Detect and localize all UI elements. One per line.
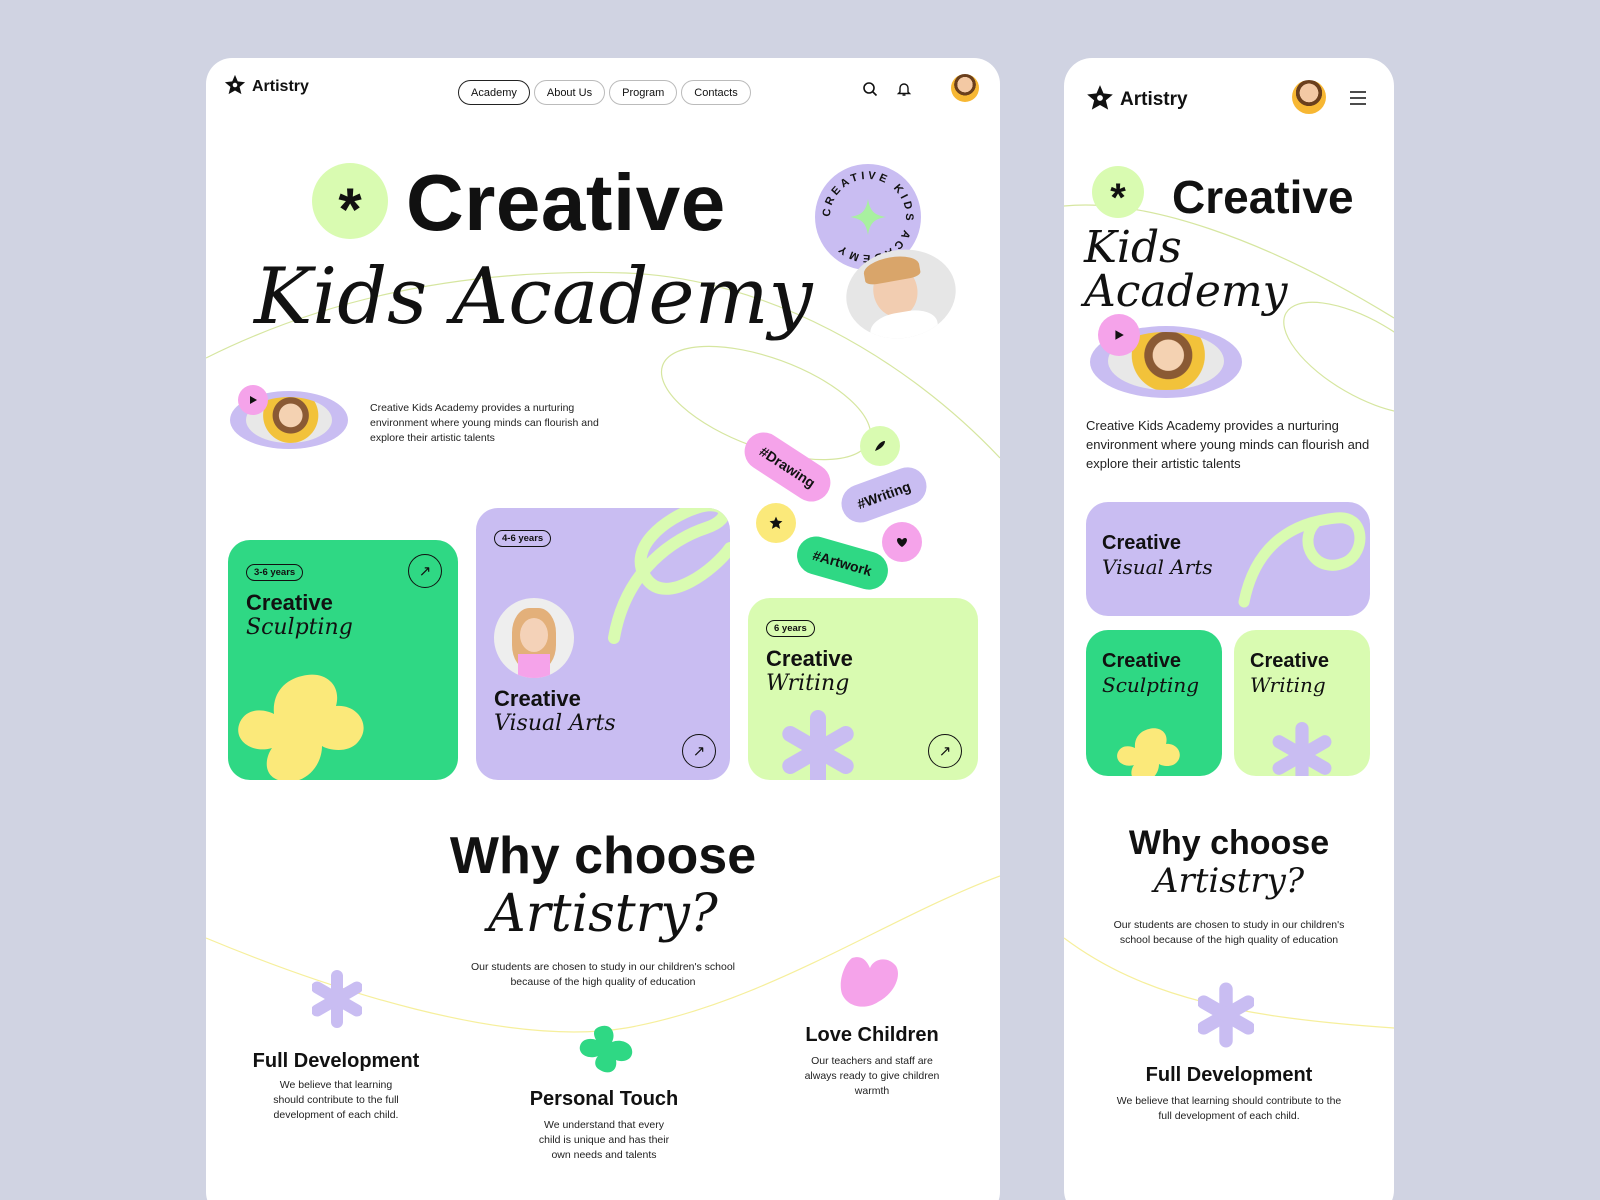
why-title-line1: Why choose <box>449 827 757 885</box>
feature-title: Personal Touch <box>529 1088 679 1110</box>
tag-writing[interactable]: #Writing <box>836 462 932 528</box>
lavender-asterisk-icon <box>312 970 362 1028</box>
tag-artwork[interactable]: #Artwork <box>792 531 893 595</box>
age-badge: 4-6 years <box>494 530 552 547</box>
card-title: Creative <box>1250 650 1329 672</box>
card-title: Creative <box>766 646 853 671</box>
program-card-visual-arts[interactable]: Creative Visual Arts <box>1086 502 1370 616</box>
yellow-blob-shape <box>238 674 364 780</box>
why-description: Our students are chosen to study in our … <box>1113 919 1345 946</box>
lavender-asterisk-shape <box>1272 722 1332 776</box>
brand-logo[interactable]: Artistry <box>1086 84 1188 116</box>
card-title: Creative <box>1102 532 1181 554</box>
nav-item-academy[interactable]: Academy <box>458 80 530 105</box>
brand-name: Artistry <box>1120 89 1188 110</box>
arrow-up-right-icon[interactable]: ↗ <box>682 734 716 768</box>
why-title-line2: Artistry? <box>488 884 718 944</box>
hero-title-line2: Kids Academy <box>1084 222 1288 317</box>
program-card-writing[interactable]: Creative Writing <box>1234 630 1370 776</box>
yellow-blob-shape <box>1117 728 1180 776</box>
feather-icon <box>860 426 900 466</box>
play-icon[interactable] <box>1098 314 1140 356</box>
search-icon[interactable] <box>859 78 881 100</box>
hero-title-line2: Kids Academy <box>254 252 813 342</box>
heart-icon <box>882 522 922 562</box>
feature-text: Our teachers and staff are always ready … <box>804 1055 940 1097</box>
card-title: Creative <box>246 590 333 615</box>
swirl-shape <box>1238 512 1366 608</box>
card-title: Creative <box>494 686 581 711</box>
mobile-page: Artistry * Creative Kids Academy Creativ… <box>1064 58 1394 1200</box>
why-title-line1: Why choose <box>1128 824 1330 862</box>
hero-video-thumbnail[interactable] <box>1090 314 1242 398</box>
card-subtitle: Writing <box>766 671 850 696</box>
program-card-sculpting[interactable]: 3-6 years ↗ Creative Sculpting <box>228 540 458 780</box>
lavender-asterisk-icon <box>1198 982 1254 1048</box>
main-nav: Academy About Us Program Contacts <box>458 80 751 105</box>
program-card-visual-arts[interactable]: 4-6 years Creative Visual Arts ↗ <box>476 508 730 780</box>
card-subtitle: Sculpting <box>246 615 353 640</box>
user-avatar[interactable] <box>1292 80 1326 114</box>
hero-title-line1: Creative <box>1172 171 1354 223</box>
tag-drawing[interactable]: #Drawing <box>737 425 838 509</box>
user-avatar[interactable] <box>951 74 979 102</box>
desktop-page: Artistry Academy About Us Program Contac… <box>206 58 1000 1200</box>
play-icon[interactable] <box>238 385 268 415</box>
star-icon <box>756 503 796 543</box>
card-subtitle: Writing <box>1250 673 1326 697</box>
feature-text: We understand that every child is unique… <box>538 1119 670 1161</box>
child-photo <box>494 598 574 678</box>
hero-description: Creative Kids Academy provides a nurturi… <box>370 402 599 444</box>
card-subtitle: Visual Arts <box>494 711 616 736</box>
nav-item-about-us[interactable]: About Us <box>533 80 606 105</box>
age-badge: 3-6 years <box>246 564 304 581</box>
green-blob-icon <box>579 1025 633 1073</box>
program-card-writing[interactable]: 6 years Creative Writing ↗ <box>748 598 978 780</box>
brand-name: Artistry <box>252 78 309 95</box>
feature-title: Full Development <box>252 1050 420 1072</box>
card-title: Creative <box>1102 650 1181 672</box>
star-logo-icon <box>1086 84 1114 116</box>
card-subtitle: Sculpting <box>1102 673 1200 697</box>
card-subtitle: Visual Arts <box>1102 555 1213 579</box>
program-card-sculpting[interactable]: Creative Sculpting <box>1086 630 1222 776</box>
feature-title: Love Children <box>805 1024 939 1046</box>
star-logo-icon <box>224 74 246 100</box>
hamburger-menu-icon[interactable] <box>1347 87 1369 109</box>
lavender-asterisk-shape <box>782 710 854 780</box>
why-title-line2: Artistry? <box>1153 861 1305 901</box>
arrow-up-right-icon[interactable]: ↗ <box>408 554 442 588</box>
arrow-up-right-icon[interactable]: ↗ <box>928 734 962 768</box>
feature-title: Full Development <box>1145 1064 1313 1086</box>
feature-text: We believe that learning should contribu… <box>273 1079 399 1121</box>
asterisk-badge-icon: * <box>312 163 388 240</box>
why-description: Our students are chosen to study in our … <box>470 961 736 988</box>
hero-description: Creative Kids Academy provides a nurturi… <box>1086 418 1370 471</box>
pink-heart-blob-icon <box>840 957 898 1007</box>
nav-item-program[interactable]: Program <box>609 80 678 105</box>
age-badge: 6 years <box>766 620 815 637</box>
asterisk-badge-icon: * <box>1092 166 1144 218</box>
brand-logo[interactable]: Artistry <box>224 74 309 100</box>
swirl-shape <box>608 508 730 644</box>
bell-icon[interactable] <box>893 78 915 100</box>
nav-item-contacts[interactable]: Contacts <box>681 80 751 105</box>
hero-title-line1: Creative <box>406 158 726 247</box>
feature-text: We believe that learning should contribu… <box>1116 1095 1342 1122</box>
hero-video-thumbnail[interactable] <box>230 385 348 449</box>
